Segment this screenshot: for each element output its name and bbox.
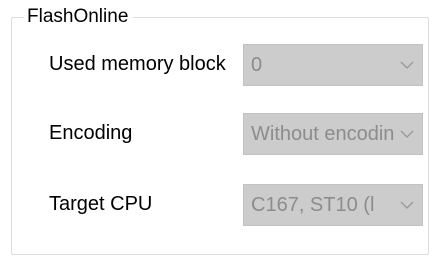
chevron-down-icon [400,61,414,69]
encoding-value: Without encoding [251,123,395,145]
used-memory-block-dropdown[interactable]: 0 [243,44,423,86]
target-cpu-label: Target CPU [49,193,153,215]
target-cpu-value: C167, ST10 (l [251,194,375,216]
used-memory-block-label: Used memory block [49,53,226,75]
chevron-down-icon [400,130,414,138]
chevron-down-icon [400,201,414,209]
encoding-label: Encoding [49,122,133,144]
used-memory-block-value: 0 [251,54,263,76]
groupbox-title: FlashOnline [24,5,134,29]
target-cpu-dropdown[interactable]: C167, ST10 (l [243,184,423,226]
flash-online-panel: FlashOnline Used memory block 0 Encoding… [0,0,433,258]
encoding-dropdown[interactable]: Without encoding [243,113,423,155]
